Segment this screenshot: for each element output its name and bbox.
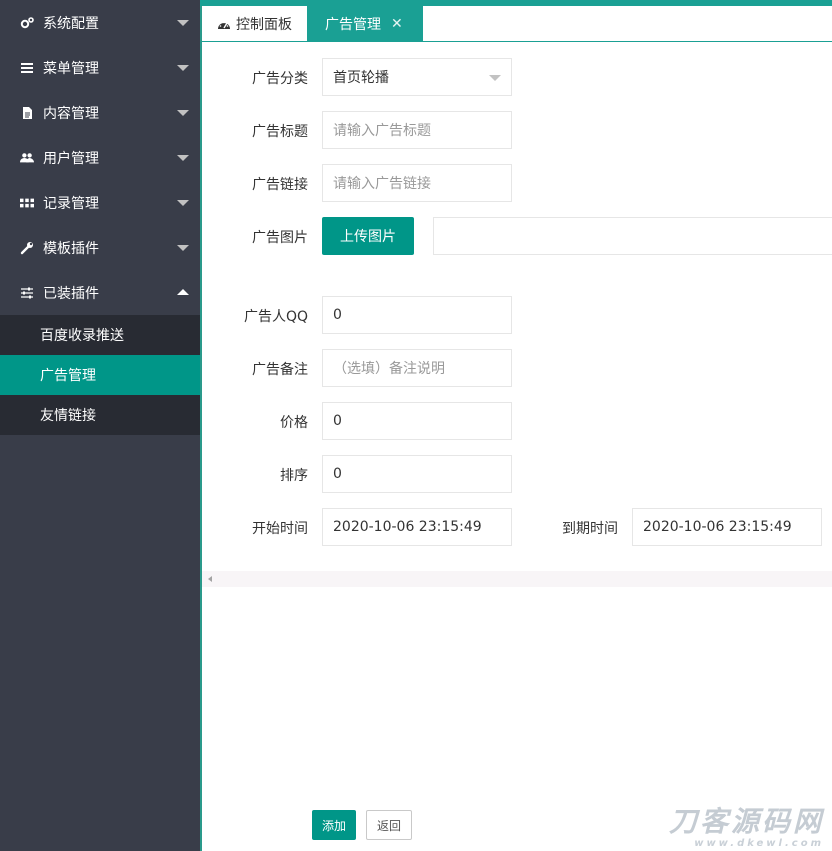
end-time-value: 2020-10-06 23:15:49 — [643, 519, 792, 535]
caret-down-icon — [177, 110, 189, 116]
end-time-label: 到期时间 — [508, 518, 618, 538]
title-placeholder: 请输入广告标题 — [333, 120, 431, 140]
tab-label: 控制面板 — [236, 14, 292, 34]
price-label: 价格 — [198, 412, 308, 432]
title-input[interactable]: 请输入广告标题 — [322, 111, 512, 149]
qq-value: 0 — [333, 307, 342, 323]
submenu-item-label: 百度收录推送 — [40, 325, 124, 345]
note-placeholder: （选填）备注说明 — [333, 358, 445, 378]
add-button[interactable]: 添加 — [312, 810, 356, 840]
sliders-icon — [20, 286, 34, 300]
category-value: 首页轮播 — [333, 67, 389, 87]
caret-down-icon — [177, 200, 189, 206]
note-label: 广告备注 — [198, 359, 308, 379]
start-time-label: 开始时间 — [198, 518, 308, 538]
menu-item-content-manage[interactable]: 内容管理 — [0, 90, 200, 135]
grid-icon — [20, 196, 34, 210]
tab-dashboard[interactable]: 控制面板 — [202, 6, 307, 41]
sort-value: 0 — [333, 466, 342, 482]
category-label: 广告分类 — [198, 68, 308, 88]
sort-label: 排序 — [198, 465, 308, 485]
menu-item-label: 模板插件 — [43, 238, 99, 258]
note-input[interactable]: （选填）备注说明 — [322, 349, 512, 387]
link-input[interactable]: 请输入广告链接 — [322, 164, 512, 202]
submenu-item-baidu-push[interactable]: 百度收录推送 — [0, 315, 200, 355]
menu-item-label: 系统配置 — [43, 13, 99, 33]
category-select[interactable]: 首页轮播 — [322, 58, 512, 96]
menu-item-template-plugin[interactable]: 模板插件 — [0, 225, 200, 270]
tab-label: 广告管理 — [325, 14, 381, 34]
link-placeholder: 请输入广告链接 — [333, 173, 431, 193]
caret-down-icon — [177, 245, 189, 251]
start-time-input[interactable]: 2020-10-06 23:15:49 — [322, 508, 512, 546]
sort-input[interactable]: 0 — [322, 455, 512, 493]
bars-icon — [20, 61, 34, 75]
menu-item-label: 已装插件 — [43, 283, 99, 303]
submenu-item-label: 广告管理 — [40, 365, 96, 385]
users-icon — [20, 151, 34, 165]
menu-item-user-manage[interactable]: 用户管理 — [0, 135, 200, 180]
price-value: 0 — [333, 413, 342, 429]
file-icon — [20, 106, 34, 120]
menu-item-record-manage[interactable]: 记录管理 — [0, 180, 200, 225]
end-time-input[interactable]: 2020-10-06 23:15:49 — [632, 508, 822, 546]
submenu: 百度收录推送 广告管理 友情链接 — [0, 315, 200, 435]
image-path-input[interactable] — [433, 217, 832, 255]
scroll-left-icon[interactable] — [208, 576, 212, 582]
menu-item-menu-manage[interactable]: 菜单管理 — [0, 45, 200, 90]
title-label: 广告标题 — [198, 121, 308, 141]
back-button[interactable]: 返回 — [366, 810, 412, 840]
image-label: 广告图片 — [198, 227, 308, 247]
chevron-down-icon — [489, 75, 501, 81]
start-time-value: 2020-10-06 23:15:49 — [333, 519, 482, 535]
tab-bar: 控制面板 广告管理 ✕ — [202, 6, 832, 42]
menu-item-label: 用户管理 — [43, 148, 99, 168]
submenu-item-ad-manage[interactable]: 广告管理 — [0, 355, 200, 395]
menu-item-label: 记录管理 — [43, 193, 99, 213]
submenu-item-label: 友情链接 — [40, 405, 96, 425]
menu-item-label: 菜单管理 — [43, 58, 99, 78]
tab-ad-manage[interactable]: 广告管理 ✕ — [307, 6, 423, 41]
submenu-item-friend-links[interactable]: 友情链接 — [0, 395, 200, 435]
menu-item-label: 内容管理 — [43, 103, 99, 123]
close-icon[interactable]: ✕ — [391, 16, 403, 32]
watermark: 刀客源码网 www.dkewl.com — [669, 800, 824, 849]
qq-label: 广告人QQ — [198, 306, 308, 326]
wrench-icon — [20, 241, 34, 255]
caret-down-icon — [177, 20, 189, 26]
gears-icon — [20, 16, 34, 30]
caret-up-icon — [177, 289, 189, 295]
price-input[interactable]: 0 — [322, 402, 512, 440]
menu-item-installed-plugin[interactable]: 已装插件 — [0, 270, 200, 315]
sidebar: 系统配置 菜单管理 内容管理 用户管理 记录管理 模板插件 — [0, 0, 200, 851]
menu-item-system-config[interactable]: 系统配置 — [0, 0, 200, 45]
qq-input[interactable]: 0 — [322, 296, 512, 334]
horizontal-scrollbar[interactable] — [202, 571, 832, 587]
watermark-main: 刀客源码网 — [669, 800, 824, 840]
caret-down-icon — [177, 155, 189, 161]
dashboard-icon — [217, 18, 231, 30]
caret-down-icon — [177, 65, 189, 71]
link-label: 广告链接 — [198, 174, 308, 194]
upload-image-button[interactable]: 上传图片 — [322, 217, 414, 255]
